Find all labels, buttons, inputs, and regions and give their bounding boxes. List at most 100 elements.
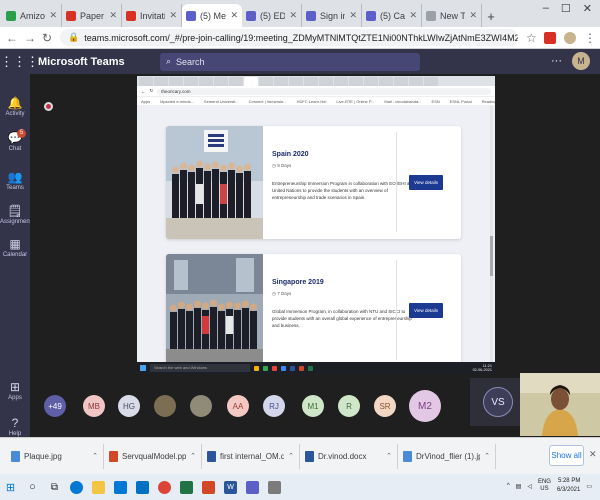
participant-avatar[interactable]: M2 xyxy=(409,390,441,422)
card-duration: ◷ 9 Days xyxy=(272,163,414,169)
participant-avatar[interactable] xyxy=(154,395,176,417)
self-video[interactable] xyxy=(520,373,600,436)
file-explorer-icon[interactable] xyxy=(92,480,105,494)
more-participants-button[interactable]: +49 xyxy=(44,395,66,417)
close-downloads-icon[interactable]: ✕ xyxy=(589,449,597,460)
browser-tab[interactable]: (5) Calendar✕ xyxy=(362,4,422,27)
tray-chevron-icon[interactable]: ^ xyxy=(507,483,510,489)
teams-icon[interactable] xyxy=(246,480,259,494)
tab-close-icon[interactable]: ✕ xyxy=(109,10,117,21)
url-field[interactable]: 🔒 teams.microsoft.com/_#/pre-join-callin… xyxy=(60,29,518,46)
browser-tab[interactable]: (5) Meet✕ xyxy=(182,4,242,27)
file-icon xyxy=(305,450,314,462)
download-item[interactable]: Dr.vinod.docx ⌃ xyxy=(300,443,398,469)
rail-item-assignments[interactable]: 🗒 Assignments xyxy=(0,204,34,225)
participant-strip: VS +49 MB HG AA RJ M1 R SR M2 xyxy=(30,373,600,437)
rail-item-apps[interactable]: ⊞ Apps xyxy=(0,380,30,401)
extension-icon[interactable] xyxy=(544,31,556,44)
more-options-icon[interactable]: ··· xyxy=(551,55,562,67)
browser-tab[interactable]: Sign in to you ✕ xyxy=(302,4,362,27)
back-icon[interactable]: ← xyxy=(6,31,18,45)
browser-tab[interactable]: Amizone✕ xyxy=(2,4,62,27)
chevron-up-icon[interactable]: ⌃ xyxy=(484,452,490,460)
shared-taskbar-search: Search the web and Windows xyxy=(150,364,250,372)
apps-icon: ⊞ xyxy=(9,380,21,394)
powerpoint-icon[interactable] xyxy=(202,480,215,494)
taskbar-app-icon[interactable] xyxy=(268,480,281,494)
close-window-icon[interactable]: ✕ xyxy=(583,2,592,15)
browser-tab[interactable]: Paper for liter ✕ xyxy=(62,4,122,27)
chevron-up-icon[interactable]: ⌃ xyxy=(386,452,392,460)
minimize-icon[interactable]: – xyxy=(543,2,549,15)
chevron-up-icon[interactable]: ⌃ xyxy=(288,452,294,460)
participant-avatar[interactable]: M1 xyxy=(302,395,324,417)
language-indicator[interactable]: ENG US xyxy=(538,479,551,493)
view-details-button[interactable]: View details xyxy=(409,303,443,318)
chevron-up-icon[interactable]: ⌃ xyxy=(92,452,98,460)
rail-item-label: Activity xyxy=(5,111,25,117)
shared-windows-taskbar: Search the web and Windows 11:21 02-06-2… xyxy=(137,362,495,374)
tab-close-icon[interactable]: ✕ xyxy=(169,10,177,21)
card-duration-text: 7 Days xyxy=(277,291,292,296)
task-view-icon[interactable]: ⧉ xyxy=(48,481,61,494)
rail-item-chat[interactable]: 💬 Chat 5 xyxy=(0,129,30,152)
rail-item-help[interactable]: ? Help xyxy=(0,416,30,437)
active-speaker-tile[interactable]: VS xyxy=(470,378,526,426)
notifications-icon[interactable]: ▭ xyxy=(586,483,592,490)
tab-close-icon[interactable]: ✕ xyxy=(289,10,297,21)
rail-item-activity[interactable]: 🔔 Activity xyxy=(0,96,30,117)
forward-icon[interactable]: → xyxy=(24,31,36,45)
menu-icon[interactable]: ⋮ xyxy=(584,31,596,45)
browser-tab[interactable]: New Tab ✕ xyxy=(422,4,482,27)
star-icon[interactable]: ☆ xyxy=(526,31,537,45)
network-icon[interactable]: ▤ xyxy=(516,483,522,490)
reload-icon[interactable]: ↻ xyxy=(42,31,52,45)
maximize-icon[interactable]: ☐ xyxy=(561,2,571,15)
taskbar-clock[interactable]: 5:28 PM 6/3/2021 xyxy=(557,477,580,495)
download-item[interactable]: first internal_OM.doc⌃ xyxy=(202,443,300,469)
download-item[interactable]: DrVinod_flier (1).jpeg ⌃ xyxy=(398,443,496,469)
new-tab-button[interactable]: + xyxy=(482,5,500,27)
tab-close-icon[interactable]: ✕ xyxy=(349,10,357,21)
download-item[interactable]: Plaque.jpg ⌃ xyxy=(6,443,104,469)
speaker-avatar: VS xyxy=(483,387,513,417)
app-launcher-icon[interactable]: ⋮⋮⋮ xyxy=(0,54,39,70)
download-filename: ServqualModel.pptx xyxy=(122,451,187,461)
search-input[interactable]: ⌕ Search xyxy=(160,52,420,71)
search-placeholder: Search xyxy=(176,56,205,67)
windows-start-icon[interactable]: ⊞ xyxy=(4,481,17,494)
avatar[interactable]: M xyxy=(572,52,590,70)
word-icon[interactable]: W xyxy=(224,480,237,494)
shared-start-icon xyxy=(140,365,146,371)
participant-avatar[interactable]: HG xyxy=(118,395,140,417)
mail-icon[interactable] xyxy=(136,480,149,494)
chrome-icon[interactable] xyxy=(158,480,171,494)
store-icon[interactable] xyxy=(114,480,127,494)
volume-icon[interactable]: ◁ xyxy=(527,483,532,490)
browser-tab[interactable]: Invitation for ✕ xyxy=(122,4,182,27)
show-all-button[interactable]: Show all xyxy=(549,445,584,466)
tab-close-icon[interactable]: ✕ xyxy=(469,10,477,21)
rail-item-teams[interactable]: 👥 Teams xyxy=(0,170,30,191)
participant-avatar[interactable]: AA xyxy=(227,395,249,417)
profile-icon[interactable] xyxy=(564,31,576,44)
participant-avatar[interactable] xyxy=(190,395,212,417)
view-details-button[interactable]: View details xyxy=(409,175,443,190)
participant-avatar[interactable]: R xyxy=(338,395,360,417)
excel-icon[interactable] xyxy=(180,480,193,494)
browser-tab[interactable]: (5) ED R.NO✕ xyxy=(242,4,302,27)
download-item[interactable]: ServqualModel.pptx ⌃ xyxy=(104,443,202,469)
rail-item-calendar[interactable]: ▦ Calendar xyxy=(0,237,30,258)
participant-avatar[interactable]: RJ xyxy=(263,395,285,417)
help-icon: ? xyxy=(11,416,19,430)
card-info: Singapore 2019 ◷ 7 Days Global Immersion… xyxy=(272,279,414,330)
search-icon[interactable]: ○ xyxy=(26,481,39,494)
tab-close-icon[interactable]: ✕ xyxy=(49,10,57,21)
tab-close-icon[interactable]: ✕ xyxy=(230,10,238,21)
participant-avatar[interactable]: MB xyxy=(83,395,105,417)
participant-avatar[interactable]: SR xyxy=(374,395,396,417)
chevron-up-icon[interactable]: ⌃ xyxy=(190,452,196,460)
edge-icon[interactable] xyxy=(70,480,83,494)
tab-close-icon[interactable]: ✕ xyxy=(409,10,417,21)
left-rail: 🔔 Activity 💬 Chat 5 👥 Teams 🗒 Assignments ▦ Calend… xyxy=(0,74,34,437)
